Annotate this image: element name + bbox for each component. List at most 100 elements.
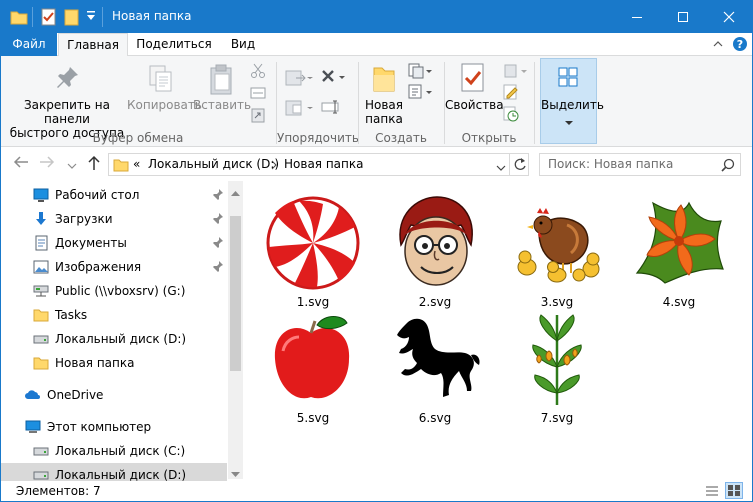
documents-icon (33, 235, 49, 251)
new-item-icon[interactable] (408, 63, 434, 82)
open-icon[interactable] (503, 63, 529, 82)
file-item[interactable]: 1.svg (253, 195, 373, 311)
paste-button[interactable]: Вставить (193, 98, 251, 112)
navigation-pane: Рабочий стол Загрузки Документы Изображе… (1, 181, 243, 487)
new-folder-icon (371, 64, 397, 97)
status-bar: Элементов: 7 (1, 481, 752, 501)
edit-icon[interactable] (503, 84, 519, 103)
file-item[interactable]: 5.svg (253, 311, 373, 427)
nav-item-label: Изображения (55, 260, 142, 274)
scroll-down-icon[interactable] (231, 467, 240, 481)
nav-item-label: Локальный диск (D:) (55, 468, 187, 482)
help-icon[interactable]: ? (732, 36, 748, 55)
file-name: 4.svg (662, 295, 696, 309)
up-arrow-icon[interactable] (87, 155, 101, 175)
collapse-ribbon-icon[interactable] (712, 38, 724, 52)
separator (102, 7, 103, 27)
select-grid-icon (557, 66, 579, 91)
maximize-button[interactable] (660, 1, 706, 33)
file-name: 7.svg (540, 411, 574, 425)
file-item[interactable]: 6.svg (375, 311, 495, 427)
nav-item-new-folder[interactable]: Новая папка (1, 351, 227, 375)
back-arrow-icon[interactable] (13, 155, 29, 173)
svg-text:?: ? (737, 38, 743, 51)
scroll-up-icon[interactable] (231, 185, 240, 199)
breadcrumb-drive-d[interactable]: Локальный диск (D:) (148, 157, 279, 171)
pin-icon[interactable] (212, 236, 224, 251)
nav-item-desktop[interactable]: Рабочий стол (1, 183, 227, 207)
tab-view[interactable]: Вид (221, 33, 265, 56)
downloads-icon (33, 211, 49, 227)
paste-shortcut-icon[interactable] (250, 107, 266, 126)
select-button[interactable]: Выделить (540, 58, 604, 144)
easy-access-icon[interactable] (408, 84, 434, 103)
item-count: Элементов: 7 (16, 484, 101, 498)
move-to-icon[interactable] (285, 68, 313, 91)
nav-item-drive-c[interactable]: Локальный диск (C:) (1, 439, 227, 463)
nav-item-drive-d[interactable]: Локальный диск (D:) (1, 327, 227, 351)
onedrive-icon (25, 387, 41, 403)
address-path-field[interactable]: « Локальный диск (D:) Новая папка (108, 153, 529, 176)
new-folder-icon[interactable] (64, 8, 80, 29)
nav-item-downloads[interactable]: Загрузки (1, 207, 227, 231)
properties-icon[interactable] (41, 8, 57, 29)
details-view-icon[interactable] (704, 483, 720, 501)
large-icons-view-icon[interactable] (725, 482, 743, 499)
file-name: 6.svg (418, 411, 452, 425)
group-separator (534, 62, 535, 144)
chevron-down-icon (565, 115, 573, 129)
nav-item-label: Локальный диск (D:) (55, 332, 187, 346)
file-name: 5.svg (296, 411, 330, 425)
copy-icon (147, 64, 175, 97)
copy-button[interactable]: Копировать (127, 98, 202, 112)
search-icon[interactable] (721, 158, 735, 175)
cut-icon[interactable] (250, 63, 266, 82)
history-icon[interactable] (503, 106, 519, 125)
new-folder-button[interactable]: Новая папка (361, 98, 407, 126)
nav-item-pictures[interactable]: Изображения (1, 255, 227, 279)
nav-item-onedrive[interactable]: OneDrive (1, 383, 227, 407)
tab-share[interactable]: Поделиться (132, 33, 216, 56)
breadcrumb-new-folder[interactable]: Новая папка (284, 157, 363, 171)
properties-button[interactable]: Свойства (445, 98, 504, 112)
search-field[interactable]: Поиск: Новая папка (539, 153, 741, 176)
pin-icon[interactable] (212, 260, 224, 275)
file-list-view: 1.svg 2.svg 3.svg 4.svg 5.svg 6.svg 7.sv… (243, 181, 752, 481)
nav-item-tasks[interactable]: Tasks (1, 303, 227, 327)
close-button[interactable] (706, 1, 752, 33)
pin-icon[interactable] (212, 188, 224, 203)
scrollbar-thumb[interactable] (230, 216, 241, 371)
rename-icon[interactable] (321, 100, 341, 117)
file-name: 3.svg (540, 295, 574, 309)
thumbnail-black-horse (387, 311, 483, 407)
copy-path-icon[interactable] (250, 86, 266, 103)
recent-locations-chevron-icon[interactable] (67, 158, 77, 174)
file-name: 1.svg (296, 295, 330, 309)
explorer-window: Новая папка Файл Главная Поделиться Вид … (0, 0, 753, 502)
pin-icon[interactable] (212, 212, 224, 227)
file-item[interactable]: 4.svg (619, 195, 739, 311)
customize-toolbar-icon[interactable] (86, 10, 96, 25)
nav-item-documents[interactable]: Документы (1, 231, 227, 255)
minimize-button[interactable] (614, 1, 660, 33)
file-item[interactable]: 2.svg (375, 195, 495, 311)
folder-icon (33, 355, 49, 371)
nav-item-network-drive-g[interactable]: Public (\\vboxsrv) (G:) (1, 279, 227, 303)
refresh-icon[interactable] (512, 157, 527, 175)
address-dropdown-icon[interactable] (496, 161, 506, 175)
nav-item-label: Локальный диск (C:) (55, 444, 186, 458)
file-item[interactable]: 3.svg (497, 195, 617, 311)
breadcrumb-overflow[interactable]: « (133, 157, 140, 171)
forward-arrow-icon[interactable] (39, 155, 55, 173)
desktop-icon (33, 187, 49, 203)
thumbnail-orange-flower (631, 195, 727, 291)
nav-item-this-pc[interactable]: Этот компьютер (1, 415, 227, 439)
nav-pane-scrollbar[interactable] (228, 181, 243, 479)
breadcrumb-chevron-icon[interactable] (270, 159, 278, 173)
delete-icon[interactable] (321, 69, 347, 88)
nav-item-label: Tasks (55, 308, 88, 322)
tab-home[interactable]: Главная (58, 33, 128, 57)
file-item[interactable]: 7.svg (497, 311, 617, 427)
copy-to-icon[interactable] (285, 98, 313, 121)
nav-item-label: Рабочий стол (55, 188, 140, 202)
